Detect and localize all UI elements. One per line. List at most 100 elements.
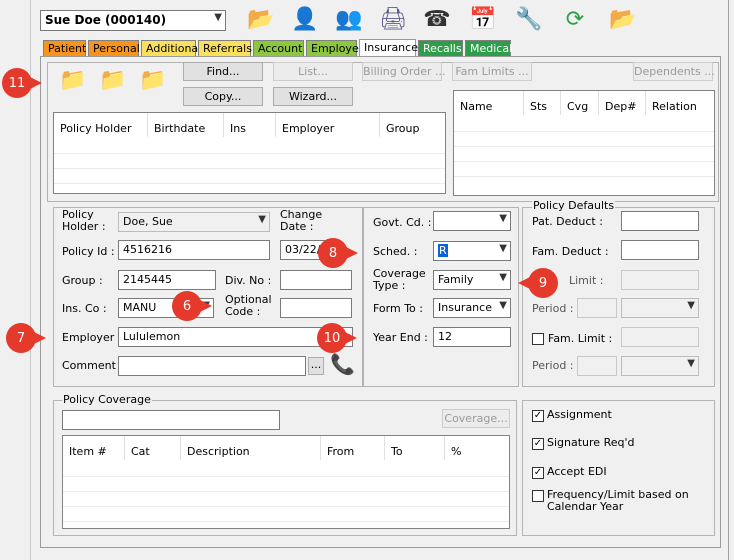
policy-defaults-title: Policy Defaults: [532, 199, 616, 212]
phone-icon[interactable]: 📞: [330, 352, 355, 376]
person-icon[interactable]: 👤: [288, 2, 322, 36]
list-button[interactable]: List...: [273, 62, 353, 81]
refresh-icon[interactable]: ⟳: [558, 2, 592, 36]
chevron-down-icon: ▼: [214, 12, 222, 23]
coverage-type-label: Coverage Type :: [373, 267, 426, 292]
policy-table-column-header[interactable]: Employer: [276, 113, 380, 137]
copy-button[interactable]: Copy...: [183, 87, 263, 106]
dependents-table-column-header[interactable]: Name: [454, 91, 524, 115]
tab-insurance[interactable]: Insurance: [359, 39, 418, 57]
dependents-table-column-header[interactable]: Dep#: [599, 91, 646, 115]
dependents-table-column-header[interactable]: Relation: [646, 91, 714, 115]
coverage-button[interactable]: Coverage...: [442, 409, 510, 428]
fam-limit-label: Fam. Limit :: [548, 332, 613, 345]
limit-input[interactable]: [621, 270, 699, 290]
form-to-select[interactable]: Insurance ▼: [433, 298, 511, 318]
calendar-icon[interactable]: 📅: [466, 2, 500, 36]
div-no-label: Div. No :: [225, 274, 272, 287]
dependents-table-column-header[interactable]: Cvg: [561, 91, 599, 115]
option-checkbox-label: Frequency/Limit based on Calendar Year: [547, 488, 689, 513]
coverage-table-column-header[interactable]: Cat: [125, 436, 181, 460]
optional-code-input[interactable]: [280, 298, 352, 318]
policy-id-input[interactable]: 4516216: [118, 240, 270, 260]
ins-co-label: Ins. Co :: [62, 302, 107, 315]
callout-11-pointer: [28, 76, 42, 90]
year-end-label: Year End :: [373, 331, 428, 344]
option-checkbox[interactable]: ✓: [532, 438, 544, 450]
period2-select[interactable]: ▼: [621, 356, 699, 376]
dependents-button[interactable]: Dependents ...: [633, 62, 715, 81]
chevron-down-icon: ▼: [499, 300, 507, 311]
policy-coverage-table[interactable]: Item # Cat Description From To%: [62, 435, 510, 529]
coverage-table-column-header[interactable]: To: [385, 436, 445, 460]
callout-10-pointer: [343, 331, 357, 345]
form-to-label: Form To :: [373, 302, 423, 315]
callout-7: 7: [6, 323, 46, 353]
wrench-icon[interactable]: 🔧: [512, 2, 546, 36]
sched-value: R: [438, 244, 448, 257]
fam-limit-checkbox[interactable]: [532, 333, 544, 345]
govt-cd-select[interactable]: ▼: [433, 211, 511, 231]
pat-deduct-input[interactable]: [621, 211, 699, 231]
wizard-button[interactable]: Wizard...: [273, 87, 353, 106]
comment-input[interactable]: [118, 356, 306, 376]
policy-table-column-header[interactable]: Policy Holder: [54, 113, 148, 137]
callout-9-badge: 9: [528, 268, 558, 298]
period-select[interactable]: ▼: [621, 298, 699, 318]
policy-id-label: Policy Id :: [62, 245, 115, 258]
fax-icon[interactable]: ☎: [420, 2, 454, 36]
policy-list-table[interactable]: Policy Holder Birthdate Ins Employer Group: [53, 112, 446, 194]
folder-open-icon[interactable]: 📂: [244, 2, 278, 36]
policy-holder-select[interactable]: Doe, Sue ▼: [118, 212, 270, 232]
policy-coverage-input[interactable]: [62, 410, 280, 430]
option-checkbox[interactable]: ✓: [532, 467, 544, 479]
tab-referrals[interactable]: Referrals: [198, 40, 252, 57]
fam-deduct-input[interactable]: [621, 240, 699, 260]
dependents-table[interactable]: Name Sts Cvg Dep# Relation: [453, 90, 715, 196]
option-checkbox[interactable]: [532, 490, 544, 502]
coverage-type-select[interactable]: Family ▼: [433, 270, 511, 290]
right-frame: [728, 0, 734, 560]
policy-table-column-header[interactable]: Ins: [224, 113, 276, 137]
tab-account[interactable]: Account: [253, 40, 304, 57]
tab-recalls[interactable]: Recalls: [418, 40, 463, 57]
find-button[interactable]: Find...: [183, 62, 263, 81]
period2-input[interactable]: [577, 356, 617, 376]
form-to-value: Insurance: [438, 301, 492, 314]
people-icon[interactable]: 👥: [332, 2, 366, 36]
comment-ellipsis-button[interactable]: ...: [308, 357, 324, 375]
option-checkbox[interactable]: ✓: [532, 410, 544, 422]
tab-patient[interactable]: Patient: [43, 40, 86, 57]
optional-code-label: Optional Code :: [225, 293, 272, 318]
delete-policy-folder-icon[interactable]: 📁: [136, 63, 170, 97]
period-input[interactable]: [577, 298, 617, 318]
patient-selector[interactable]: Sue Doe (000140) ▼: [40, 10, 226, 31]
coverage-table-column-header[interactable]: Description: [181, 436, 321, 460]
folder-swap-icon[interactable]: 📂: [606, 2, 640, 36]
sched-label: Sched. :: [373, 245, 418, 258]
dependents-table-column-header[interactable]: Sts: [524, 91, 561, 115]
sched-select[interactable]: R ▼: [433, 241, 511, 261]
tab-additional[interactable]: Additional: [141, 40, 201, 57]
billing-order-button[interactable]: Billing Order ...: [362, 62, 445, 81]
policy-holder-label: Policy Holder :: [62, 208, 106, 233]
fam-limits-button[interactable]: Fam Limits ...: [452, 62, 532, 81]
policy-coverage-title: Policy Coverage: [62, 393, 152, 406]
fam-limit-input[interactable]: [621, 327, 699, 347]
period-label: Period :: [532, 302, 574, 315]
tab-medical[interactable]: Medical: [465, 40, 512, 57]
policy-table-column-header[interactable]: Group: [380, 113, 445, 137]
option-checkbox-label: Signature Req'd: [547, 436, 635, 449]
group-input[interactable]: 2145445: [118, 270, 216, 290]
policy-table-column-header[interactable]: Birthdate: [148, 113, 224, 137]
tab-personal[interactable]: Personal: [88, 40, 140, 57]
coverage-table-column-header[interactable]: From: [321, 436, 385, 460]
year-end-input[interactable]: 12: [433, 327, 511, 347]
edit-policy-folder-icon[interactable]: 📁: [96, 63, 130, 97]
coverage-table-column-header[interactable]: %: [445, 436, 509, 460]
printer-icon[interactable]: 🖨: [376, 2, 410, 36]
coverage-table-column-header[interactable]: Item #: [63, 436, 125, 460]
tab-employer[interactable]: Employer: [306, 40, 363, 57]
div-no-input[interactable]: [280, 270, 352, 290]
add-policy-folder-icon[interactable]: 📁: [56, 63, 90, 97]
